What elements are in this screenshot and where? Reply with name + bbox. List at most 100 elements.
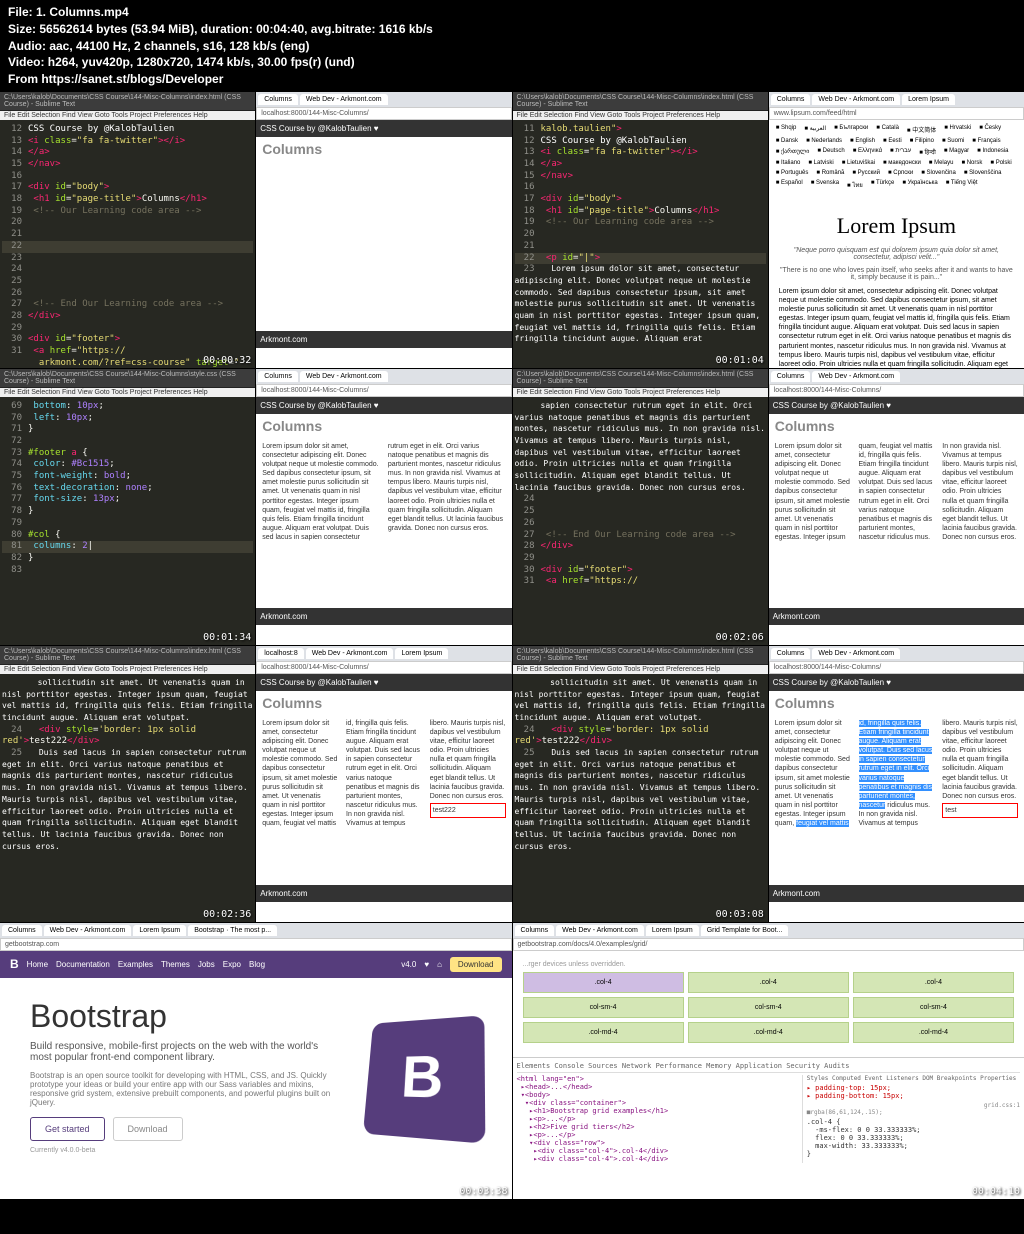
menu-bar[interactable]: File Edit Selection Find View Goto Tools…: [0, 665, 255, 674]
get-started-button[interactable]: Get started: [30, 1117, 105, 1141]
lang-flag[interactable]: ■ Hrvatski: [941, 124, 974, 135]
lang-flag[interactable]: ■ Česky: [976, 124, 1004, 135]
tab[interactable]: Lorem Ipsum: [133, 925, 186, 936]
menu-bar[interactable]: File Edit Selection Find View Goto Tools…: [513, 665, 768, 674]
browser-tabs[interactable]: ColumnsWeb Dev - Arkmont.com: [256, 369, 511, 384]
tab[interactable]: Web Dev - Arkmont.com: [300, 94, 388, 105]
page-footer[interactable]: Arkmont.com: [769, 885, 1024, 902]
lang-flag[interactable]: ■ Polski: [987, 159, 1014, 167]
browser-tabs[interactable]: ColumnsWeb Dev - Arkmont.comLorem IpsumG…: [513, 923, 1024, 938]
tab[interactable]: Grid Template for Boot...: [701, 925, 789, 936]
lang-flag[interactable]: ■ Tiếng Việt: [943, 179, 981, 191]
menu-bar[interactable]: File Edit Selection Find View Goto Tools…: [0, 388, 255, 397]
lang-flag[interactable]: ■ Français: [969, 137, 1003, 145]
twitter-icon[interactable]: ♥: [424, 960, 429, 969]
lang-flag[interactable]: ■ Ελληνικά: [850, 147, 885, 157]
address-bar[interactable]: localhost:8000/144-Misc-Columns/: [769, 384, 1024, 397]
lang-flag[interactable]: ■ English: [847, 137, 878, 145]
download-button[interactable]: Download: [450, 957, 502, 972]
tab[interactable]: Lorem Ipsum: [395, 648, 448, 659]
nav-link[interactable]: Documentation: [56, 960, 110, 969]
tab[interactable]: Web Dev - Arkmont.com: [812, 94, 900, 105]
nav-link[interactable]: Themes: [161, 960, 190, 969]
lang-flag[interactable]: ■ Српски: [885, 169, 916, 177]
lang-flag[interactable]: ■ Português: [773, 169, 812, 177]
tab[interactable]: Columns: [771, 648, 811, 659]
tab[interactable]: Lorem Ipsum: [646, 925, 699, 936]
lang-flag[interactable]: ■ Pyccкий: [849, 169, 883, 177]
address-bar[interactable]: localhost:8000/144-Misc-Columns/: [769, 661, 1024, 674]
lang-flag[interactable]: ■ Norsk: [958, 159, 985, 167]
browser-tabs[interactable]: ColumnsWeb Dev - Arkmont.comLorem Ipsum: [769, 92, 1024, 107]
lang-flag[interactable]: ■ Indonesia: [974, 147, 1011, 157]
lang-flag[interactable]: ■ Română: [813, 169, 847, 177]
lang-flag[interactable]: ■ Deutsch: [814, 147, 847, 157]
tab[interactable]: Columns: [771, 371, 811, 382]
lang-flag[interactable]: ■ Shqip: [773, 124, 800, 135]
tab[interactable]: Web Dev - Arkmont.com: [812, 371, 900, 382]
lang-flag[interactable]: ■ Svenska: [808, 179, 842, 191]
tab[interactable]: Web Dev - Arkmont.com: [300, 371, 388, 382]
lang-flag[interactable]: ■ Slovenčina: [918, 169, 959, 177]
lang-flag[interactable]: ■ हिन्दी: [916, 147, 939, 157]
lang-flag[interactable]: ■ Български: [831, 124, 871, 135]
css-rule[interactable]: .col-4 { -ms-flex: 0 0 33.333333%; flex:…: [807, 1118, 1020, 1158]
address-bar[interactable]: www.lipsum.com/feed/html: [769, 107, 1024, 120]
menu-bar[interactable]: File Edit Selection Find View Goto Tools…: [513, 388, 768, 397]
browser-tabs[interactable]: ColumnsWeb Dev - Arkmont.com: [769, 369, 1024, 384]
lang-flag[interactable]: ■ Magyar: [941, 147, 972, 157]
lang-flag[interactable]: ■ Nederlands: [803, 137, 845, 145]
styles-tabs[interactable]: Styles Computed Event Listeners DOM Brea…: [807, 1075, 1020, 1082]
lang-flag[interactable]: ■ עברית: [887, 147, 914, 157]
browser-tabs[interactable]: localhost:8Web Dev - Arkmont.comLorem Ip…: [256, 646, 511, 661]
address-bar[interactable]: localhost:8000/144-Misc-Columns/: [256, 661, 511, 674]
address-bar[interactable]: getbootstrap.com: [0, 938, 512, 951]
page-footer[interactable]: Arkmont.com: [769, 608, 1024, 625]
nav-link[interactable]: Blog: [249, 960, 265, 969]
github-icon[interactable]: ⌂: [437, 960, 442, 969]
lang-flag[interactable]: ■ Dansk: [773, 137, 801, 145]
css-source[interactable]: grid.css:1: [807, 1102, 1020, 1109]
tab[interactable]: Lorem Ipsum: [902, 94, 955, 105]
code-editor[interactable]: 11kalob.taulien"> 12CSS Course by @Kalob…: [513, 120, 768, 368]
tab[interactable]: Columns: [258, 371, 298, 382]
lang-flag[interactable]: ■ Español: [773, 179, 806, 191]
code-editor[interactable]: 12CSS Course by @KalobTaulien 13<i class…: [0, 120, 255, 368]
lang-flag[interactable]: ■ Italiano: [773, 159, 804, 167]
css-rule[interactable]: ▸ padding-top: 15px; ▸ padding-bottom: 1…: [807, 1084, 1020, 1100]
devtools-tabs[interactable]: Elements Console Sources Network Perform…: [517, 1062, 1021, 1073]
lang-flag[interactable]: ■ Eesti: [880, 137, 905, 145]
tab[interactable]: Bootstrap · The most p...: [188, 925, 277, 936]
lang-flag[interactable]: ■ Suomi: [939, 137, 967, 145]
lang-flag[interactable]: ■ العربية: [801, 124, 829, 135]
menu-bar[interactable]: File Edit Selection Find View Goto Tools…: [0, 111, 255, 120]
browser-tabs[interactable]: ColumnsWeb Dev - Arkmont.com: [256, 92, 511, 107]
address-bar[interactable]: localhost:8000/144-Misc-Columns/: [256, 384, 511, 397]
tab[interactable]: Web Dev - Arkmont.com: [556, 925, 644, 936]
tab[interactable]: Columns: [2, 925, 42, 936]
lang-flag[interactable]: ■ Català: [873, 124, 902, 135]
language-selector[interactable]: ■ Shqip■ العربية■ Български■ Català■ 中文简…: [769, 120, 1024, 195]
code-editor[interactable]: 69 bottom: 10px; 70 left: 10px; 71} 72 7…: [0, 397, 255, 645]
code-editor[interactable]: sollicitudin sit amet. Ut venenatis quam…: [0, 674, 255, 922]
elements-tree[interactable]: <html lang="en"> ▸<head>...</head> ▾<bod…: [517, 1075, 794, 1163]
tab[interactable]: Web Dev - Arkmont.com: [44, 925, 132, 936]
page-footer[interactable]: Arkmont.com: [256, 331, 511, 348]
nav-link[interactable]: Home: [27, 960, 48, 969]
devtools-panel[interactable]: Elements Console Sources Network Perform…: [513, 1057, 1024, 1196]
menu-bar[interactable]: File Edit Selection Find View Goto Tools…: [513, 111, 768, 120]
nav-link[interactable]: Examples: [118, 960, 153, 969]
lang-flag[interactable]: ■ 中文简体: [904, 124, 939, 135]
lang-flag[interactable]: ■ ქართული: [773, 147, 813, 157]
nav-link[interactable]: Expo: [223, 960, 241, 969]
download-button[interactable]: Download: [113, 1117, 183, 1141]
lang-flag[interactable]: ■ Türkçe: [868, 179, 898, 191]
lang-flag[interactable]: ■ ไทย: [844, 179, 866, 191]
lang-flag[interactable]: ■ Filipino: [907, 137, 937, 145]
page-footer[interactable]: Arkmont.com: [256, 885, 511, 902]
version-dropdown[interactable]: v4.0: [401, 960, 416, 969]
lang-flag[interactable]: ■ Slovenščina: [961, 169, 1005, 177]
browser-tabs[interactable]: ColumnsWeb Dev - Arkmont.com: [769, 646, 1024, 661]
bootstrap-nav[interactable]: B HomeDocumentationExamplesThemesJobsExp…: [0, 951, 512, 978]
address-bar[interactable]: localhost:8000/144-Misc-Columns/: [256, 107, 511, 120]
